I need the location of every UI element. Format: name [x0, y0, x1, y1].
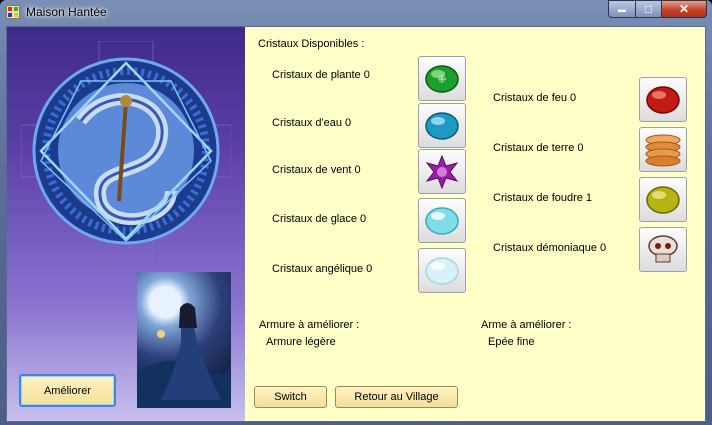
lightning-crystal-label: Cristaux de foudre 1	[493, 192, 593, 204]
wind-crystal-icon	[425, 154, 459, 189]
armor-heading: Armure à améliorer :	[259, 319, 360, 331]
earth-crystal-label: Cristaux de terre 0	[493, 142, 584, 154]
demonic-crystal-button[interactable]	[639, 227, 687, 272]
water-crystal-button[interactable]	[418, 103, 466, 148]
lightning-crystal-button[interactable]	[639, 177, 687, 222]
magic-circle-image	[21, 41, 231, 261]
client-area: Améliorer Cristaux Disponibles : Cristau…	[6, 26, 706, 422]
earth-crystal-button[interactable]	[639, 127, 687, 172]
improve-button[interactable]: Améliorer	[19, 374, 116, 407]
window-title: Maison Hantée	[26, 5, 107, 19]
left-panel: Améliorer	[7, 27, 245, 421]
character-portrait-image	[137, 272, 231, 408]
plant-crystal-button[interactable]: ⁜	[418, 56, 466, 101]
minimize-button[interactable]: ▬	[608, 0, 636, 18]
app-window: Maison Hantée ▬ □ ✕ Améliorer Cristaux D…	[0, 0, 712, 425]
demonic-crystal-label: Cristaux démoniaque 0	[493, 242, 607, 254]
ice-crystal-label: Cristaux de glace 0	[272, 213, 367, 225]
wind-crystal-label: Cristaux de vent 0	[272, 164, 361, 176]
fire-crystal-label: Cristaux de feu 0	[493, 92, 577, 104]
crystals-heading: Cristaux Disponibles :	[258, 38, 365, 50]
ice-crystal-button[interactable]	[418, 198, 466, 243]
close-icon: ✕	[678, 2, 690, 16]
ice-crystal-icon	[425, 206, 459, 235]
plant-crystal-label: Cristaux de plante 0	[272, 69, 370, 81]
maximize-button[interactable]: □	[635, 0, 662, 18]
minimize-icon: ▬	[618, 4, 626, 14]
angelic-crystal-icon	[425, 256, 459, 285]
armor-value: Armure légère	[266, 336, 336, 348]
plant-crystal-icon: ⁜	[425, 64, 459, 93]
weapon-value: Epée fine	[488, 336, 535, 348]
angelic-crystal-button[interactable]	[418, 248, 466, 293]
back-to-village-button[interactable]: Retour au Village	[335, 386, 458, 408]
app-icon	[6, 5, 20, 19]
svg-text:⁜: ⁜	[437, 73, 446, 86]
demonic-crystal-icon	[648, 234, 678, 262]
earth-crystal-icon	[645, 134, 681, 166]
switch-button[interactable]: Switch	[254, 386, 327, 408]
close-button[interactable]: ✕	[661, 0, 707, 18]
weapon-heading: Arme à améliorer :	[481, 319, 572, 331]
maximize-icon: □	[644, 2, 653, 16]
water-crystal-icon	[425, 111, 459, 140]
fire-crystal-icon	[646, 85, 680, 114]
wind-crystal-button[interactable]	[418, 149, 466, 194]
fire-crystal-button[interactable]	[639, 77, 687, 122]
lightning-crystal-icon	[646, 185, 680, 214]
angelic-crystal-label: Cristaux angélique 0	[272, 263, 373, 275]
title-bar[interactable]: Maison Hantée ▬ □ ✕	[0, 0, 712, 26]
water-crystal-label: Cristaux d'eau 0	[272, 117, 352, 129]
